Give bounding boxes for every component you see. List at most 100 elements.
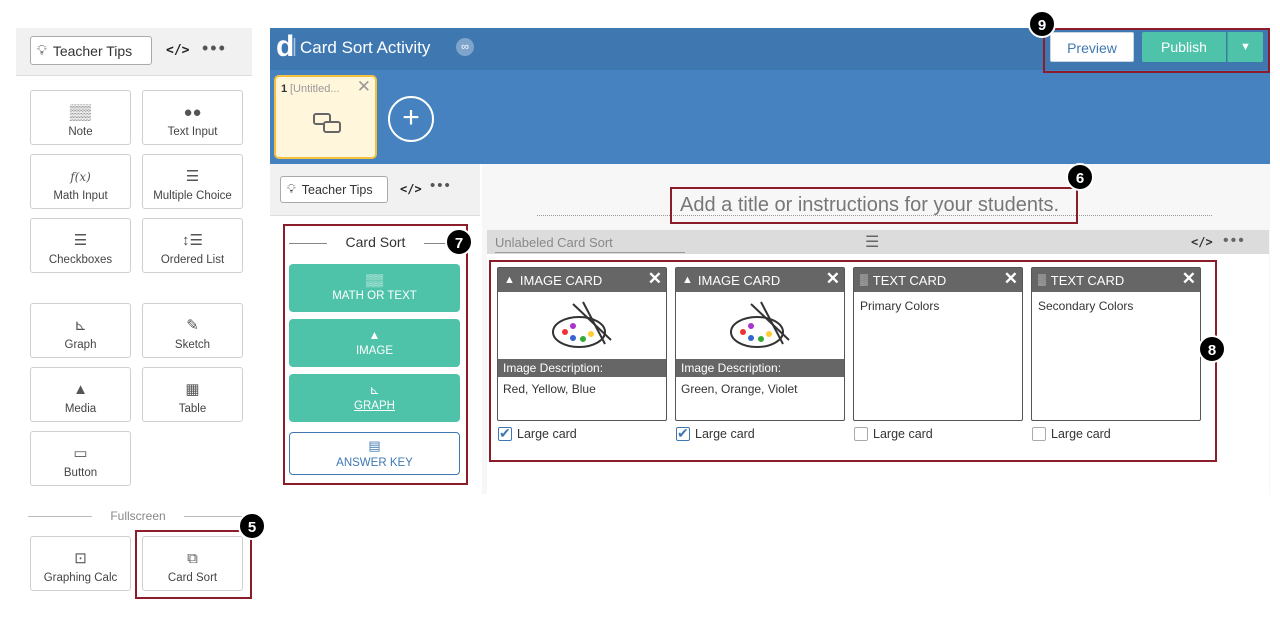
image-icon: ▲ [682, 274, 693, 286]
large-card-checkbox[interactable]: Large card [498, 425, 577, 442]
code-icon[interactable]: </> [400, 182, 422, 196]
card-4[interactable]: ▒ TEXT CARD ✕ Secondary Colors [1031, 267, 1201, 421]
card-text[interactable]: Primary Colors [860, 299, 939, 313]
multiple-choice-icon: ☰ [185, 168, 200, 185]
tool-label: Sketch [174, 339, 211, 351]
callout-badge-7: 7 [445, 228, 473, 256]
checkbox-icon[interactable] [854, 427, 868, 441]
card-header: ▒ TEXT CARD ✕ [854, 268, 1022, 292]
image-description-label: Image Description: [498, 359, 666, 377]
tool-label: Text Input [167, 126, 218, 138]
image-icon: ▲ [504, 274, 515, 286]
clipboard-icon: ▤ [368, 438, 381, 453]
media-icon: ▲ [73, 381, 88, 398]
callout-badge-8: 8 [1198, 335, 1226, 363]
tool-label: Graphing Calc [43, 572, 118, 584]
tool-checkboxes[interactable]: ☰ Checkboxes [30, 218, 131, 273]
tool-button[interactable]: ▭ Button [30, 431, 131, 486]
page-thumbnail-1[interactable]: 1 [Untitled... ✕ [274, 75, 377, 159]
text-input-icon: ●● [183, 104, 202, 121]
math-or-text-button[interactable]: ▒▒ MATH OR TEXT [289, 264, 460, 312]
image-icon: ▲ [368, 328, 381, 342]
card-header: ▲ IMAGE CARD ✕ [676, 268, 844, 292]
palette-image[interactable] [721, 296, 797, 354]
add-page-button[interactable]: + [388, 96, 434, 142]
teacher-tips-button[interactable]: 💡︎ Teacher Tips [30, 36, 152, 65]
tool-table[interactable]: ▦ Table [142, 367, 243, 422]
lightbulb-icon: 💡︎ [287, 182, 296, 196]
tool-ordered-list[interactable]: ↕☰ Ordered List [142, 218, 243, 273]
checkboxes-icon: ☰ [73, 232, 88, 249]
card-2[interactable]: ▲ IMAGE CARD ✕ Image Description: Green, Ora… [675, 267, 845, 421]
tool-label: Note [68, 126, 93, 138]
tool-label: Checkboxes [48, 254, 113, 266]
card-type-label: IMAGE CARD [519, 272, 603, 288]
image-description-value[interactable]: Red, Yellow, Blue [503, 382, 596, 396]
graph-button[interactable]: ⊾ GRAPH [289, 374, 460, 422]
large-card-checkbox[interactable]: Large card [1032, 427, 1111, 441]
close-icon[interactable]: ✕ [1182, 269, 1196, 289]
tool-multiple-choice[interactable]: ☰ Multiple Choice [142, 154, 243, 209]
card-3[interactable]: ▒ TEXT CARD ✕ Primary Colors [853, 267, 1023, 421]
card-type-label: IMAGE CARD [697, 272, 781, 288]
callout-badge-5: 5 [238, 512, 266, 540]
math-text-icon: ▒▒ [365, 273, 383, 287]
tool-graph[interactable]: ⊾ Graph [30, 303, 131, 358]
activity-title[interactable]: Card Sort Activity [300, 38, 430, 58]
teacher-tips-button[interactable]: 💡︎ Teacher Tips [280, 176, 388, 203]
math-input-icon: f(x) [70, 170, 91, 184]
callout-badge-9: 9 [1028, 10, 1056, 38]
tool-graphing-calc[interactable]: ⊡ Graphing Calc [30, 536, 131, 591]
card-type-label: TEXT CARD [1050, 272, 1125, 288]
teacher-tips-label: Teacher Tips [52, 42, 133, 59]
palette-image[interactable] [543, 296, 619, 354]
code-icon[interactable]: </> [1191, 235, 1213, 249]
button-label: IMAGE [355, 345, 394, 357]
close-icon[interactable]: ✕ [1004, 269, 1018, 289]
graph-icon: ⊾ [369, 383, 380, 397]
tool-label: Media [64, 403, 97, 415]
close-icon[interactable]: ✕ [826, 269, 840, 289]
answer-key-button[interactable]: ▤ ANSWER KEY [289, 432, 460, 475]
more-options-icon[interactable]: ••• [202, 38, 227, 59]
card-sort-toolbar: Unlabeled Card Sort ☰ </> ••• [487, 230, 1269, 254]
checkbox-icon[interactable] [676, 425, 690, 442]
close-icon[interactable]: ✕ [648, 269, 662, 289]
tool-media[interactable]: ▲ Media [30, 367, 131, 422]
code-icon[interactable]: </> [166, 43, 189, 58]
header-divider: | [292, 36, 297, 57]
tool-math-input[interactable]: f(x) Math Input [30, 154, 131, 209]
tool-note[interactable]: ▒▒ Note [30, 90, 131, 145]
checkbox-icon[interactable] [498, 425, 512, 442]
tool-label: Ordered List [160, 254, 225, 266]
card-text[interactable]: Secondary Colors [1038, 299, 1133, 313]
card-1[interactable]: ▲ IMAGE CARD ✕ Image Description: Red, Yello… [497, 267, 667, 421]
tool-sketch[interactable]: ✎ Sketch [142, 303, 243, 358]
more-options-icon[interactable]: ••• [430, 177, 452, 194]
publish-callout-frame [1043, 28, 1270, 73]
large-card-label: Large card [1051, 427, 1111, 441]
drag-handle-icon[interactable]: ☰ [865, 232, 879, 252]
close-icon[interactable]: ✕ [357, 77, 371, 97]
checkbox-icon[interactable] [1032, 427, 1046, 441]
image-button[interactable]: ▲ IMAGE [289, 319, 460, 367]
ordered-list-icon: ↕☰ [182, 232, 203, 249]
card-sort-panel: Card Sort ▒▒ MATH OR TEXT ▲ IMAGE ⊾ GRAP… [283, 224, 468, 485]
graphing-calc-icon: ⊡ [74, 550, 87, 567]
button-label: MATH OR TEXT [332, 290, 417, 302]
link-icon[interactable]: ∞ [456, 38, 474, 56]
component-panel-header: 💡︎ Teacher Tips </> ••• [270, 164, 480, 216]
card-header: ▒ TEXT CARD ✕ [1032, 268, 1200, 292]
tool-label: Multiple Choice [153, 190, 232, 202]
text-icon: ▒ [1038, 274, 1046, 286]
more-options-icon[interactable]: ••• [1223, 232, 1246, 250]
large-card-checkbox[interactable]: Large card [676, 425, 755, 442]
tool-text-input[interactable]: ●● Text Input [142, 90, 243, 145]
image-description-label: Image Description: [676, 359, 844, 377]
page-number: 1 [281, 83, 288, 95]
card-sort-name-input[interactable]: Unlabeled Card Sort [495, 235, 685, 253]
large-card-checkbox[interactable]: Large card [854, 427, 933, 441]
teacher-tips-label: Teacher Tips [301, 182, 373, 197]
title-input[interactable]: Add a title or instructions for your stu… [670, 187, 1078, 224]
image-description-value[interactable]: Green, Orange, Violet [681, 382, 798, 396]
